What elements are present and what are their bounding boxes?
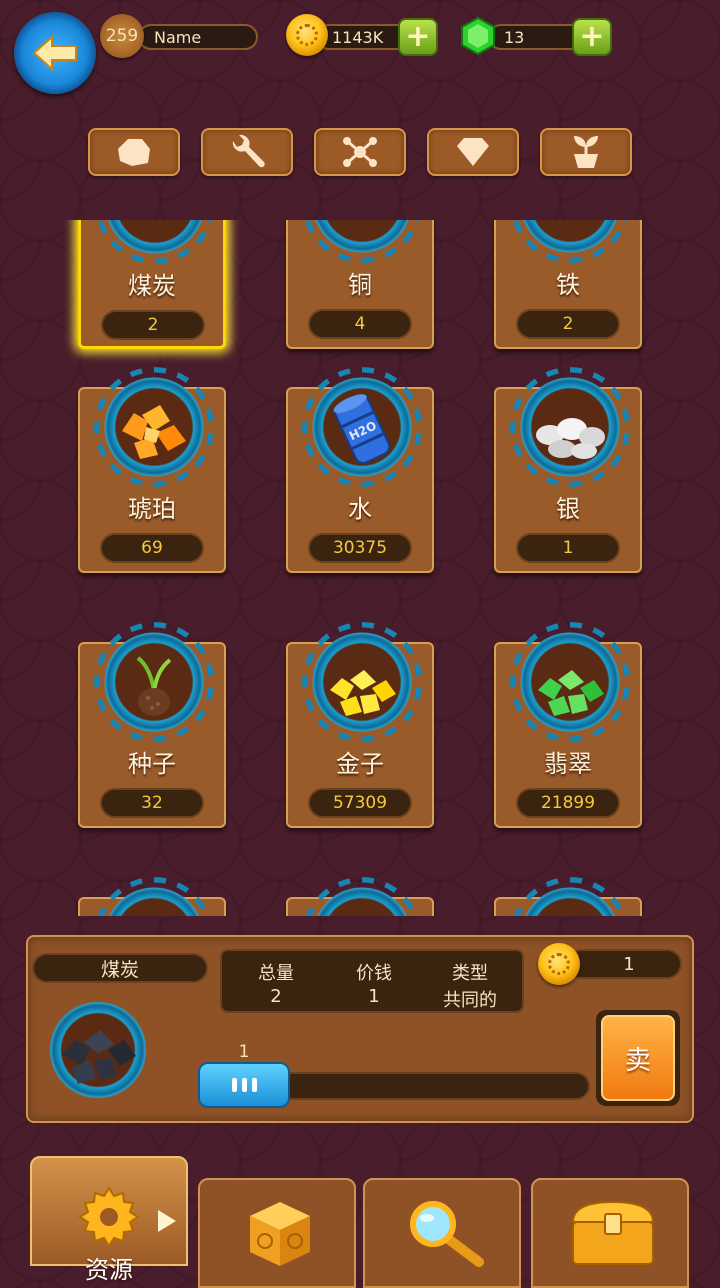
seed-icon (136, 656, 172, 716)
stat-price-label: 价钱 (356, 963, 392, 984)
sell-price-value: 1 (623, 953, 635, 975)
resource-card-jade[interactable]: 翡翠 21899 (494, 626, 642, 828)
gem-icon (461, 16, 495, 56)
nav-explore[interactable] (363, 1178, 521, 1288)
stat-type: 类型 共同的 (420, 959, 520, 1013)
resource-count: 30375 (308, 533, 412, 563)
stat-price-value: 1 (368, 986, 380, 1007)
player-name: Name (154, 27, 202, 47)
resource-card[interactable] (286, 881, 434, 916)
plus-icon: + (579, 19, 605, 54)
stat-type-label: 类型 (452, 963, 488, 984)
plant-icon (574, 136, 598, 168)
resource-card-copper[interactable]: 铜 4 (286, 220, 434, 349)
resource-name: 种子 (128, 750, 176, 778)
rock-icon (118, 139, 150, 166)
stat-total-value: 2 (270, 986, 282, 1007)
resource-count: 2 (101, 310, 205, 340)
resource-name: 琥珀 (128, 495, 176, 523)
nav-craft[interactable] (198, 1178, 356, 1288)
stat-total-label: 总量 (258, 963, 294, 984)
coal-icon (62, 1030, 136, 1084)
water-barrel-icon: H2O (333, 394, 391, 464)
gold-icon (330, 670, 396, 716)
resource-card-seed[interactable]: 种子 32 (78, 626, 226, 828)
magnifier-icon (410, 1201, 484, 1267)
resource-count: 1 (516, 533, 620, 563)
coin-icon (286, 14, 328, 56)
resource-name: 金子 (336, 750, 384, 778)
resource-card-coal[interactable]: 煤炭 2 (78, 220, 226, 349)
resource-card-iron[interactable]: 铁 2 (494, 220, 642, 349)
gear-frame-icon (514, 881, 626, 916)
resource-card-amber[interactable]: 琥珀 69 (78, 371, 226, 573)
back-button[interactable] (14, 12, 96, 94)
selected-resource-name: 煤炭 (32, 953, 208, 983)
resource-card[interactable] (78, 881, 226, 916)
resource-card-silver[interactable]: 银 1 (494, 371, 642, 573)
player-name-bar: Name (138, 24, 258, 50)
selected-resource-image (40, 992, 156, 1108)
grip-line (231, 1078, 237, 1092)
sell-price-bar: 1 (566, 949, 682, 979)
add-coins-button[interactable]: + (398, 18, 438, 56)
resource-name: 铁 (556, 271, 580, 299)
resource-count: 2 (516, 309, 620, 339)
player-level-badge: 259 (100, 14, 144, 58)
molecule-icon (343, 137, 377, 167)
quantity-slider-handle[interactable] (198, 1062, 290, 1108)
gem-balance: 13 (504, 27, 525, 47)
resource-card-gold[interactable]: 金子 57309 (286, 626, 434, 828)
resource-count: 69 (100, 533, 204, 563)
chest-icon (571, 1200, 655, 1265)
coin-balance: 1143K (332, 27, 384, 47)
resource-name: 翡翠 (544, 750, 592, 778)
add-gems-button[interactable]: + (572, 18, 612, 56)
gear-frame-icon (99, 220, 211, 260)
stat-total: 总量 2 (226, 959, 326, 1013)
nav-storage[interactable] (531, 1178, 689, 1288)
resource-count: 32 (100, 788, 204, 818)
tab-plants[interactable] (540, 128, 632, 176)
resource-name: 铜 (348, 271, 372, 299)
plus-icon: + (405, 19, 431, 54)
sell-button-label: 卖 (601, 1015, 675, 1101)
jade-icon (538, 670, 604, 716)
diamond-icon (457, 138, 489, 166)
resource-card[interactable] (494, 881, 642, 916)
sell-button[interactable]: 卖 (596, 1010, 680, 1106)
grip-line (241, 1078, 247, 1092)
play-arrow-icon (158, 1210, 176, 1232)
tab-tools[interactable] (201, 128, 293, 176)
amber-icon (122, 405, 186, 459)
gear-frame-icon (98, 881, 210, 916)
resource-count: 57309 (308, 788, 412, 818)
gear-icon (78, 1186, 140, 1248)
resource-name: 煤炭 (128, 272, 176, 300)
resource-stats: 总量 2 价钱 1 类型 共同的 (220, 949, 524, 1013)
resource-count: 4 (308, 309, 412, 339)
tab-compounds[interactable] (314, 128, 406, 176)
resource-name: 水 (348, 495, 372, 523)
back-arrow-icon (32, 34, 77, 72)
resource-grid[interactable]: 煤炭 2 铜 4 铁 2 琥珀 69 H2O 水 30375 银 1 种子 32… (0, 220, 720, 916)
resource-count: 21899 (516, 788, 620, 818)
stat-price: 价钱 1 (324, 959, 424, 1013)
stat-type-value: 共同的 (443, 990, 497, 1011)
tab-minerals[interactable] (88, 128, 180, 176)
silver-icon (536, 418, 605, 459)
gear-frame-icon (306, 220, 418, 259)
wrench-icon (232, 134, 265, 168)
gear-frame-icon (514, 220, 626, 259)
quantity-value: 1 (238, 1042, 250, 1062)
grip-line (251, 1078, 257, 1092)
tab-gems[interactable] (427, 128, 519, 176)
coin-icon (538, 943, 580, 985)
nav-resources[interactable]: 资源 (30, 1156, 188, 1284)
gear-frame-icon (306, 881, 418, 916)
resource-card-water[interactable]: H2O 水 30375 (286, 371, 434, 573)
cube-icon (250, 1202, 310, 1266)
resource-name: 银 (556, 495, 580, 523)
